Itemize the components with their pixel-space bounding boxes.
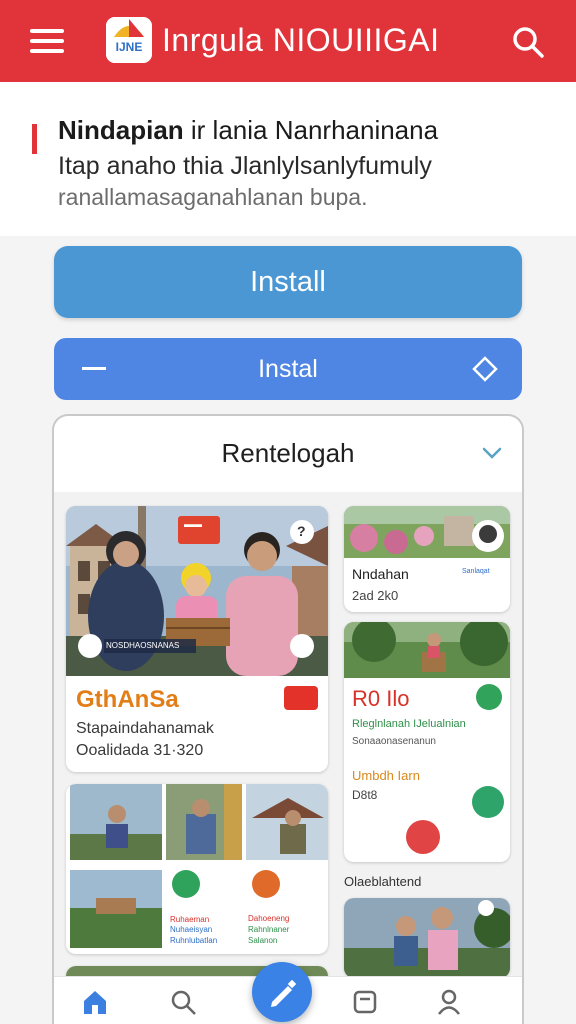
pencil-icon xyxy=(271,979,297,1007)
photo-banner-text: NOSDHAOSNANAS xyxy=(106,641,180,650)
grid-text-2: Nuhaeisyan xyxy=(170,925,213,934)
right-tile-2-line-2: Sonaaonasenanun xyxy=(352,736,436,747)
home-icon[interactable] xyxy=(80,987,110,1017)
logo-text: IJNE xyxy=(116,40,143,54)
family-photo: ▬▬ ? NOSDHAOSNANAS xyxy=(66,506,328,676)
grid-text-6: Salanon xyxy=(248,936,278,945)
play-badge-icon[interactable] xyxy=(284,686,318,710)
install-button[interactable]: Install xyxy=(54,246,522,318)
help-badge[interactable]: ? xyxy=(297,523,306,539)
logo-mark-icon: IJNE xyxy=(106,17,152,63)
diamond-icon[interactable] xyxy=(472,356,498,382)
right-tile-2[interactable]: R0 Ilo Rleglnlanah IJelualnian Sonaaonas… xyxy=(344,622,510,862)
garden-photo xyxy=(344,506,510,558)
right-tile-2-meta: D8t8 xyxy=(352,788,378,802)
right-tile-1-title: Nndahan xyxy=(352,566,409,582)
inbox-icon[interactable] xyxy=(350,987,380,1017)
minus-icon xyxy=(82,367,106,370)
sign-text: ▬▬ xyxy=(184,519,202,529)
right-tile-2-line-1: Rleglnlanah IJelualnian xyxy=(352,718,466,730)
intro-section: Nindapian ir lania Nanrhaninana Itap ana… xyxy=(0,82,576,236)
featured-line-2: Ooalidada 31·320 xyxy=(76,742,204,759)
card-title: Rentelogah xyxy=(221,438,355,468)
grid-text-1: Ruhaeman xyxy=(170,915,210,924)
chat-icon[interactable] xyxy=(476,684,502,710)
app-title: Inrgula NIOUIIIGAI xyxy=(162,22,440,58)
intro-line-1-rest: ir lania Nanrhaninana xyxy=(183,115,439,145)
intro-line-3: ranallamasaganahlanan bupa. xyxy=(58,184,368,210)
instal-button[interactable]: Instal xyxy=(54,338,522,400)
accent-bar xyxy=(32,124,37,154)
intro-line-2: Itap anaho thia Jlanlylsanlyfumuly xyxy=(58,152,432,180)
people-photo xyxy=(344,898,510,978)
right-tile-2-title: R0 Ilo xyxy=(352,686,410,711)
intro-line-1-bold: Nindapian xyxy=(58,115,184,145)
gallery-grid: Ruhaeman Nuhaeisyan Ruhnlubatlan Dahoene… xyxy=(66,784,328,954)
right-tile-1[interactable]: Nndahan 2ad 2k0 Sanlaqat xyxy=(344,506,510,612)
featured-line-1: Stapaindahanamak xyxy=(76,720,214,737)
profile-icon[interactable] xyxy=(434,987,464,1017)
search-icon[interactable] xyxy=(168,987,198,1017)
section-label: Olaeblahtend xyxy=(344,874,422,889)
record-icon[interactable] xyxy=(406,820,440,854)
right-tile-1-meta: 2ad 2k0 xyxy=(352,588,399,603)
park-photo xyxy=(344,622,510,678)
right-tile-3[interactable] xyxy=(344,898,510,978)
right-tile-1-caption: Sanlaqat xyxy=(462,568,490,575)
search-icon[interactable] xyxy=(510,24,546,60)
card-body: ▬▬ ? NOSDHAOSNANAS GthAnSa Stapaindahana… xyxy=(54,492,522,1024)
compose-fab[interactable] xyxy=(252,962,312,1022)
hamburger-menu-icon[interactable] xyxy=(30,28,64,54)
grid-text-3: Ruhnlubatlan xyxy=(170,936,218,945)
app-logo: IJNE xyxy=(106,17,152,63)
featured-heading: GthAnSa xyxy=(76,686,179,713)
intro-line-1: Nindapian ir lania Nanrhaninana xyxy=(58,115,438,146)
instal-button-label: Instal xyxy=(258,354,318,383)
right-tile-2-label: Umbdh Iarn xyxy=(352,768,420,783)
content-card: Rentelogah ▬▬ ? NOSDHAOSNANAS GthAnSa St… xyxy=(52,414,524,1024)
grid-text-5: Rahnlnaner xyxy=(248,925,290,934)
grid-text-4: Dahoeneng xyxy=(248,914,290,923)
plane-icon[interactable] xyxy=(472,786,504,818)
chevron-down-icon[interactable] xyxy=(478,442,506,464)
featured-tile[interactable]: ▬▬ ? NOSDHAOSNANAS GthAnSa Stapaindahana… xyxy=(66,506,328,772)
app-bar: IJNE Inrgula NIOUIIIGAI xyxy=(0,0,576,82)
